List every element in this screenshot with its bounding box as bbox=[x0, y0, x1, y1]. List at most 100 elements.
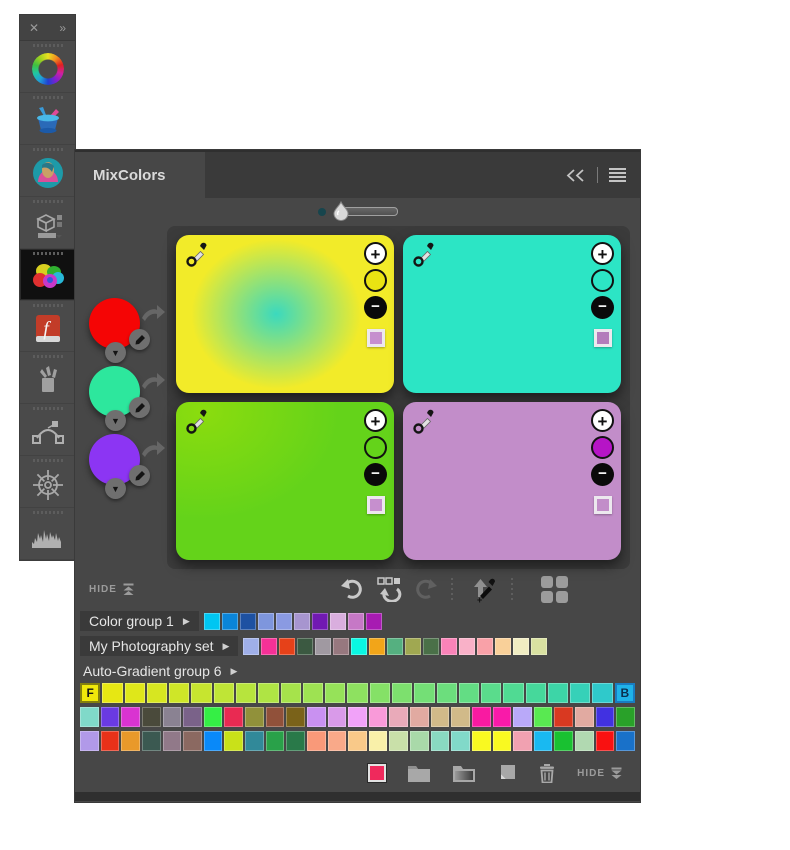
swatch[interactable] bbox=[303, 683, 323, 703]
hide-library-button[interactable]: HIDE bbox=[577, 767, 623, 780]
color-options-button[interactable]: ▼ bbox=[105, 410, 126, 431]
swatch[interactable] bbox=[328, 707, 347, 727]
swatch[interactable] bbox=[330, 613, 346, 630]
swatch[interactable] bbox=[477, 638, 493, 655]
swatch[interactable] bbox=[366, 613, 382, 630]
add-color-button[interactable]: + bbox=[591, 242, 614, 265]
current-mix-color[interactable] bbox=[591, 269, 614, 292]
swatch[interactable] bbox=[513, 707, 532, 727]
tool-cube-color-picker[interactable] bbox=[20, 197, 75, 249]
swatch[interactable] bbox=[548, 683, 568, 703]
swatch[interactable] bbox=[261, 638, 277, 655]
group-label-my-photography-set[interactable]: My Photography set ▶ bbox=[80, 636, 238, 656]
swatch[interactable] bbox=[347, 683, 367, 703]
swatch[interactable] bbox=[503, 683, 523, 703]
swatch[interactable] bbox=[204, 731, 223, 751]
eyedropper-icon[interactable] bbox=[411, 408, 439, 436]
swatch[interactable] bbox=[222, 613, 238, 630]
droplet-slider-handle[interactable] bbox=[332, 201, 350, 221]
swatch[interactable] bbox=[534, 731, 553, 751]
swatch[interactable] bbox=[437, 683, 457, 703]
swatch[interactable] bbox=[294, 613, 310, 630]
swatch[interactable] bbox=[258, 613, 274, 630]
swatch[interactable] bbox=[80, 731, 99, 751]
swatch[interactable] bbox=[481, 683, 501, 703]
color-options-button[interactable]: ▼ bbox=[105, 478, 126, 499]
swatch[interactable] bbox=[431, 707, 450, 727]
swatch[interactable] bbox=[183, 707, 202, 727]
add-color-button[interactable]: + bbox=[364, 409, 387, 432]
swatch[interactable] bbox=[101, 707, 120, 727]
tool-mixcolors[interactable] bbox=[20, 249, 75, 301]
swatch[interactable] bbox=[266, 707, 285, 727]
add-color-button[interactable]: + bbox=[364, 242, 387, 265]
swatch[interactable] bbox=[281, 683, 301, 703]
swatch[interactable] bbox=[410, 707, 429, 727]
swatch[interactable] bbox=[307, 707, 326, 727]
swatch[interactable] bbox=[121, 707, 140, 727]
swatch[interactable] bbox=[472, 731, 491, 751]
close-icon[interactable]: ✕ bbox=[29, 21, 39, 35]
foreground-swatch[interactable]: F bbox=[80, 683, 100, 703]
swatch[interactable] bbox=[405, 638, 421, 655]
pick-color-button[interactable] bbox=[129, 465, 150, 486]
collapse-panel-icon[interactable] bbox=[566, 168, 586, 183]
swatch[interactable] bbox=[328, 731, 347, 751]
mix-well-bottom-right[interactable]: + − bbox=[403, 402, 621, 560]
swatch[interactable] bbox=[389, 731, 408, 751]
swatch[interactable] bbox=[472, 707, 491, 727]
swatch[interactable] bbox=[245, 707, 264, 727]
group-label-color-group-1[interactable]: Color group 1 ▶ bbox=[80, 611, 199, 631]
mix-well-bottom-left[interactable]: + − bbox=[176, 402, 394, 560]
swatch[interactable] bbox=[389, 707, 408, 727]
stored-color-chip[interactable] bbox=[594, 329, 612, 347]
swatch[interactable] bbox=[125, 683, 145, 703]
eyedropper-icon[interactable] bbox=[184, 241, 212, 269]
tool-brush-holder[interactable] bbox=[20, 352, 75, 404]
tool-font-book[interactable]: f bbox=[20, 301, 75, 353]
undo-swatches-icon[interactable] bbox=[375, 576, 403, 602]
current-color-swatch[interactable] bbox=[368, 764, 386, 782]
redo-icon[interactable] bbox=[415, 577, 439, 601]
stored-color-chip[interactable] bbox=[367, 496, 385, 514]
tool-bezier-pen[interactable] bbox=[20, 404, 75, 456]
swatch[interactable] bbox=[236, 683, 256, 703]
swatch[interactable] bbox=[163, 707, 182, 727]
swatch[interactable] bbox=[575, 707, 594, 727]
swatch[interactable] bbox=[493, 731, 512, 751]
tool-artist-portrait[interactable] bbox=[20, 145, 75, 197]
swatch[interactable] bbox=[459, 683, 479, 703]
swatch[interactable] bbox=[592, 683, 612, 703]
swatch[interactable] bbox=[387, 638, 403, 655]
apply-color-arrow-icon[interactable] bbox=[140, 370, 166, 392]
swatch[interactable] bbox=[142, 707, 161, 727]
swatch[interactable] bbox=[183, 731, 202, 751]
swatch[interactable] bbox=[423, 638, 439, 655]
swatch[interactable] bbox=[147, 683, 167, 703]
remove-color-button[interactable]: − bbox=[364, 463, 387, 486]
group-label-auto-gradient[interactable]: Auto-Gradient group 6 ▶ bbox=[80, 661, 246, 681]
stored-color-chip[interactable] bbox=[594, 496, 612, 514]
tool-navigator-wheel[interactable] bbox=[20, 456, 75, 508]
swatch[interactable] bbox=[369, 707, 388, 727]
swatch[interactable] bbox=[307, 731, 326, 751]
swatch[interactable] bbox=[258, 683, 278, 703]
pick-color-button[interactable] bbox=[129, 397, 150, 418]
swatch[interactable] bbox=[286, 731, 305, 751]
swatch[interactable] bbox=[214, 683, 234, 703]
current-mix-color[interactable] bbox=[364, 269, 387, 292]
tool-magic-brushes[interactable] bbox=[20, 93, 75, 145]
swatch[interactable] bbox=[616, 731, 635, 751]
swatch[interactable] bbox=[224, 731, 243, 751]
swatch[interactable] bbox=[276, 613, 292, 630]
remove-color-button[interactable]: − bbox=[591, 296, 614, 319]
swatch[interactable] bbox=[370, 683, 390, 703]
swatch[interactable] bbox=[297, 638, 313, 655]
eyedropper-icon[interactable] bbox=[184, 408, 212, 436]
swatch[interactable] bbox=[266, 731, 285, 751]
swatch[interactable] bbox=[348, 731, 367, 751]
swatch[interactable] bbox=[570, 683, 590, 703]
new-swatch-icon[interactable] bbox=[497, 763, 517, 783]
swatch[interactable] bbox=[204, 707, 223, 727]
swatch[interactable] bbox=[459, 638, 475, 655]
